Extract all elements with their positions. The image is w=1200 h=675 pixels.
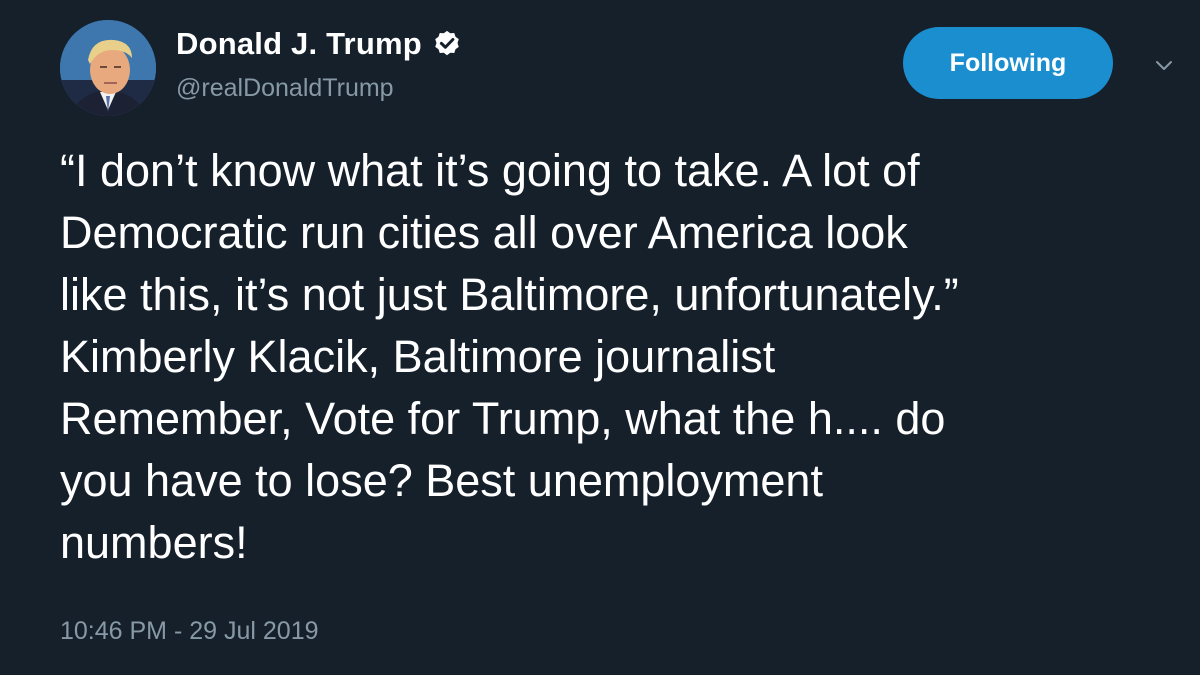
following-button[interactable]: Following xyxy=(903,27,1113,99)
tweet-text-line: Remember, Vote for Trump, what the h....… xyxy=(60,393,946,444)
avatar[interactable] xyxy=(60,20,156,116)
author-display-name[interactable]: Donald J. Trump xyxy=(176,26,422,62)
tweet-text: “I don’t know what it’s going to take. A… xyxy=(60,140,1160,574)
tweet-text-line: Democratic run cities all over America l… xyxy=(60,207,908,258)
tweet-text-line: like this, it’s not just Baltimore, unfo… xyxy=(60,269,959,320)
tweet-text-line: Kimberly Klacik, Baltimore journalist xyxy=(60,331,776,382)
profile-photo-icon xyxy=(60,20,156,116)
tweet-text-line: you have to lose? Best unemployment xyxy=(60,455,823,506)
author-handle[interactable]: @realDonaldTrump xyxy=(176,74,394,103)
chevron-down-icon[interactable] xyxy=(1152,53,1176,77)
tweet-card: Donald J. Trump @realDonaldTrump Followi… xyxy=(0,0,1200,675)
author-name-row: Donald J. Trump xyxy=(176,24,462,64)
verified-badge-icon xyxy=(432,29,462,59)
tweet-text-line: numbers! xyxy=(60,517,248,568)
tweet-timestamp[interactable]: 10:46 PM - 29 Jul 2019 xyxy=(60,617,319,646)
tweet-text-line: “I don’t know what it’s going to take. A… xyxy=(60,145,920,196)
